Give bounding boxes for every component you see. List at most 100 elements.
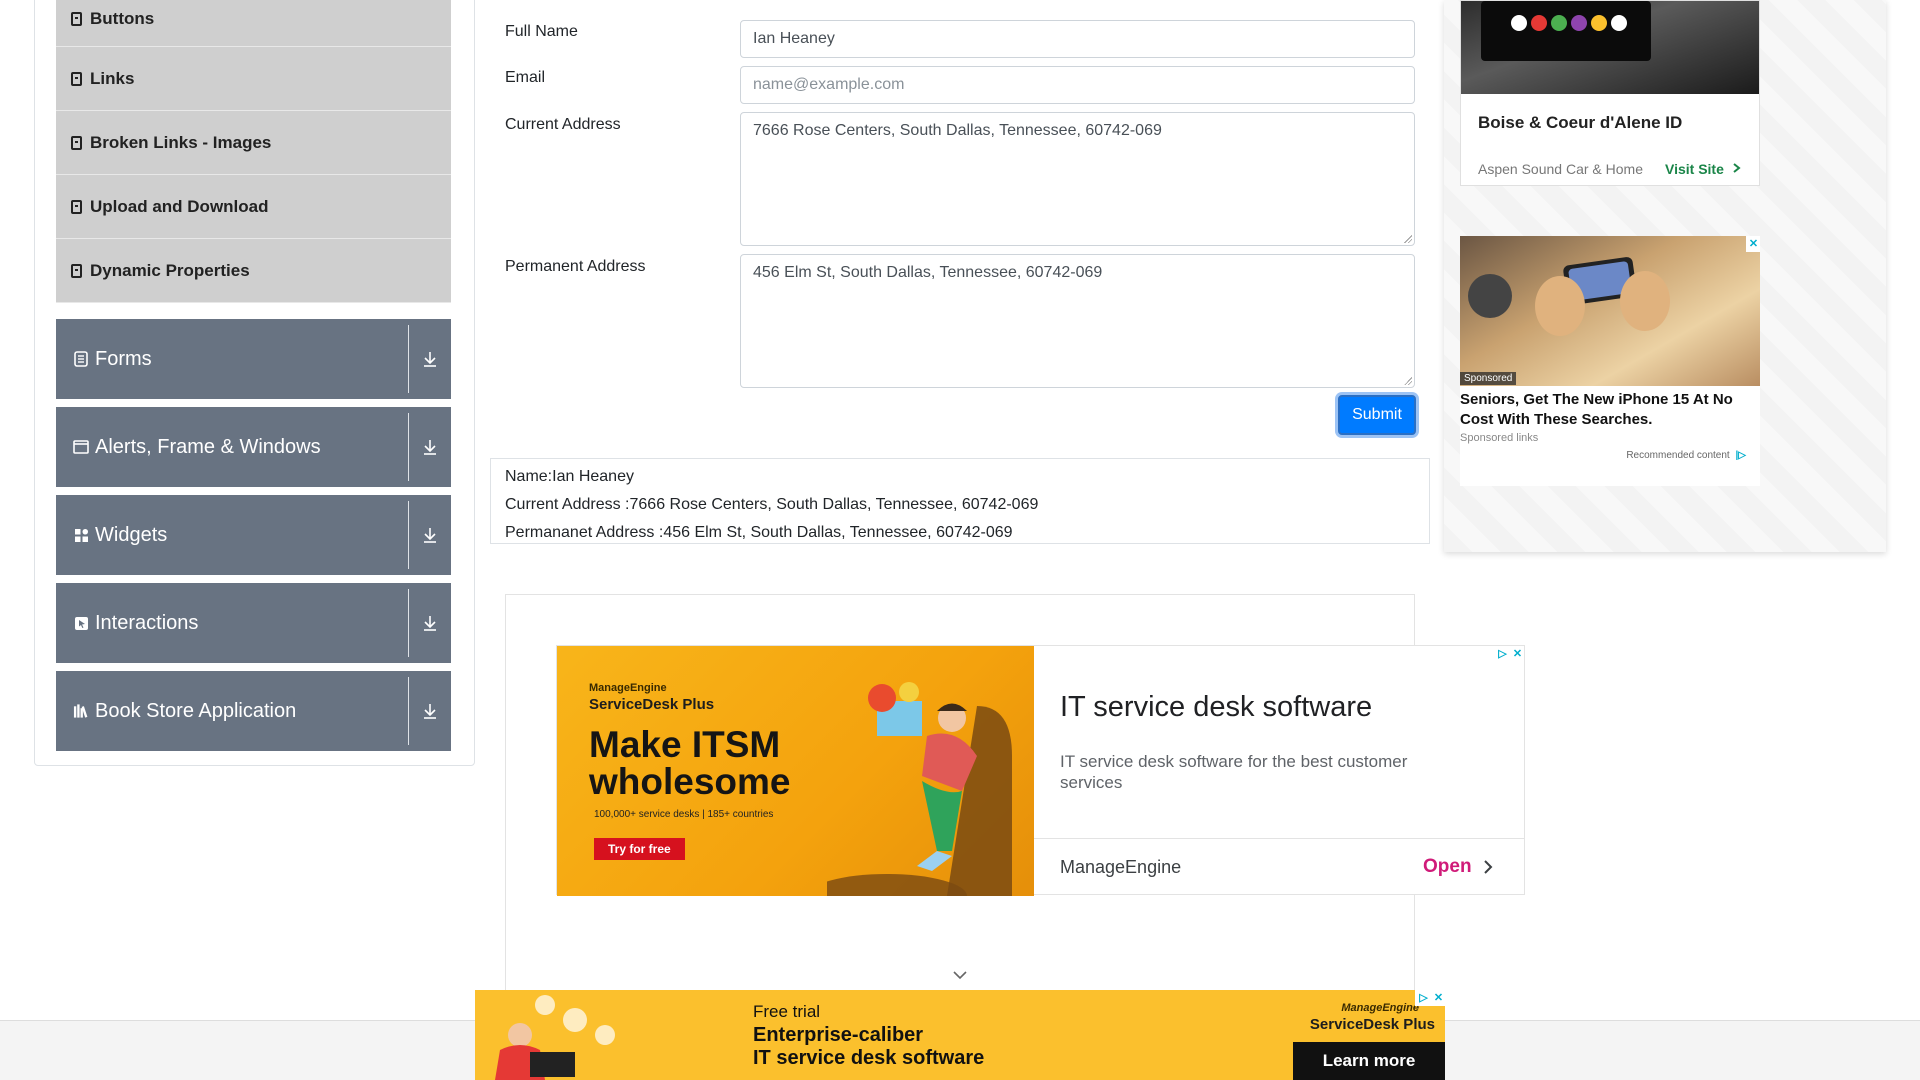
permanent-address-field[interactable]: 456 Elm St, South Dallas, Tennessee, 607… <box>740 254 1415 388</box>
right-ad-column: Boise & Coeur d'Alene ID Aspen Sound Car… <box>1444 0 1886 552</box>
adchoices-icon: ▷ <box>1419 991 1428 1004</box>
recommended-content-label: Recommended content <box>1626 450 1730 461</box>
group-label: Interactions <box>95 611 199 634</box>
submit-button[interactable]: Submit <box>1338 395 1416 435</box>
download-arrow-icon[interactable] <box>419 345 441 373</box>
resize-handle[interactable] <box>1404 377 1412 385</box>
close-icon[interactable]: ✕ <box>1432 992 1445 1005</box>
permanent-address-label: Permanent Address <box>505 258 646 275</box>
adchoices-icon: ▷ <box>1498 647 1507 660</box>
ad-image[interactable]: ManageEngine ServiceDesk Plus Make ITSM … <box>557 646 1034 896</box>
sidebar-item-links[interactable]: Links <box>56 47 451 111</box>
car-screen <box>1481 1 1651 61</box>
sidebar-item-upload-download[interactable]: Upload and Download <box>56 175 451 239</box>
car-ad-advertiser: Aspen Sound Car & Home <box>1478 161 1643 177</box>
visit-site-label: Visit Site <box>1665 161 1724 177</box>
close-icon[interactable]: ✕ <box>1511 648 1524 661</box>
chevron-down-icon[interactable] <box>952 970 968 980</box>
current-address-text: 7666 Rose Centers, South Dallas, Tenness… <box>753 122 1162 139</box>
group-widgets[interactable]: Widgets <box>56 495 451 575</box>
window-icon <box>73 439 89 455</box>
sidebar: Buttons Links Broken Links - Images Uplo… <box>34 0 475 766</box>
divider <box>1034 838 1524 839</box>
current-address-label: Current Address <box>505 116 621 133</box>
resize-handle[interactable] <box>1404 235 1412 243</box>
ad-description: IT service desk software for the best cu… <box>1060 752 1408 792</box>
chevron-right-icon <box>1733 163 1741 173</box>
current-address-field[interactable]: 7666 Rose Centers, South Dallas, Tenness… <box>740 112 1415 246</box>
ad-advertiser: ManageEngine <box>1060 857 1182 877</box>
sidebar-item-label: Broken Links - Images <box>90 132 272 152</box>
divider <box>408 413 409 481</box>
sponsored-tag: Sponsored <box>1460 372 1517 385</box>
bottom-banner-ad[interactable]: Free trial Enterprise-caliber IT service… <box>475 990 1445 1080</box>
ad-image[interactable]: Sponsored <box>1460 236 1760 386</box>
pointer-box-icon <box>73 615 89 631</box>
banner-line-2: Enterprise-caliber <box>753 1024 924 1046</box>
ad-brand-product: ServiceDesk Plus <box>589 696 715 713</box>
list-item-icon <box>71 11 82 26</box>
download-arrow-icon[interactable] <box>419 609 441 637</box>
car-ad-title[interactable]: Boise & Coeur d'Alene ID <box>1478 113 1682 133</box>
sidebar-item-buttons[interactable]: Buttons <box>56 0 451 47</box>
email-field[interactable]: name@example.com <box>740 66 1415 104</box>
sponsored-links[interactable]: Sponsored links <box>1460 432 1538 444</box>
servicedesk-ad[interactable]: ManageEngine ServiceDesk Plus Make ITSM … <box>556 645 1525 896</box>
adchoices-badge[interactable]: ✕ <box>1746 236 1760 252</box>
divider <box>408 501 409 569</box>
adchoices-badge[interactable]: ▷ ✕ <box>1415 990 1445 1006</box>
grid-icon <box>73 527 89 543</box>
sidebar-item-label: Links <box>90 68 135 88</box>
banner-brand-top: ManageEngine <box>1341 1002 1419 1014</box>
group-forms[interactable]: Forms <box>56 319 451 399</box>
banner-line-3: IT service desk software <box>753 1047 985 1069</box>
group-label: Widgets <box>95 523 168 546</box>
car-audio-ad[interactable]: Boise & Coeur d'Alene ID Aspen Sound Car… <box>1460 0 1760 186</box>
chevron-right-icon <box>1484 860 1493 874</box>
books-icon <box>73 703 89 719</box>
ad-title[interactable]: IT service desk software <box>1060 691 1372 724</box>
adchoices-icon: |▷ <box>1735 450 1747 461</box>
close-icon[interactable]: ✕ <box>1747 238 1760 251</box>
download-arrow-icon[interactable] <box>419 697 441 725</box>
sidebar-item-label: Buttons <box>90 8 155 28</box>
output-permanent-address: Permananet Address :456 Elm St, South Da… <box>505 524 1013 541</box>
learn-more-button[interactable]: Learn more <box>1293 1042 1445 1080</box>
output-panel: Name:Ian Heaney Current Address :7666 Ro… <box>490 458 1430 544</box>
visit-site-link[interactable]: Visit Site <box>1665 161 1742 177</box>
divider <box>408 677 409 745</box>
list-item-icon <box>71 71 82 86</box>
ad-brand-top: ManageEngine <box>589 682 667 694</box>
group-book-store[interactable]: Book Store Application <box>56 671 451 751</box>
divider <box>408 325 409 393</box>
open-button[interactable]: Open <box>1423 856 1472 878</box>
group-alerts-frame-windows[interactable]: Alerts, Frame & Windows <box>56 407 451 487</box>
document-icon <box>73 351 89 367</box>
iphone-ad-title[interactable]: Seniors, Get The New iPhone 15 At No Cos… <box>1460 390 1760 430</box>
group-label: Book Store Application <box>95 699 297 722</box>
list-item-icon <box>71 135 82 150</box>
permanent-address-text: 456 Elm St, South Dallas, Tennessee, 607… <box>753 264 1103 281</box>
category-group-list: Forms Alerts, Frame & Windows Widgets In… <box>56 319 451 759</box>
email-label: Email <box>505 69 546 86</box>
ad-image[interactable] <box>1461 1 1759 94</box>
full-name-field[interactable]: Ian Heaney <box>740 20 1415 58</box>
illustration-icon <box>827 682 1012 896</box>
sidebar-item-label: Dynamic Properties <box>90 260 250 280</box>
page: Buttons Links Broken Links - Images Uplo… <box>0 0 1920 1080</box>
illustration-icon <box>495 995 615 1080</box>
recommended-content[interactable]: Recommended content |▷ <box>1626 450 1746 461</box>
download-arrow-icon[interactable] <box>419 521 441 549</box>
group-label: Alerts, Frame & Windows <box>95 435 321 458</box>
list-item-icon <box>71 199 82 214</box>
list-item-icon <box>71 263 82 278</box>
adchoices-badge[interactable]: ▷ ✕ <box>1494 646 1524 662</box>
elements-sub-list: Buttons Links Broken Links - Images Uplo… <box>56 0 451 303</box>
group-interactions[interactable]: Interactions <box>56 583 451 663</box>
iphone-ad[interactable]: Sponsored ✕ Seniors, Get The New iPhone … <box>1460 236 1760 486</box>
sidebar-item-broken-links[interactable]: Broken Links - Images <box>56 111 451 175</box>
output-name: Name:Ian Heaney <box>505 468 634 485</box>
try-for-free-button[interactable]: Try for free <box>594 838 685 860</box>
sidebar-item-dynamic-properties[interactable]: Dynamic Properties <box>56 239 451 303</box>
download-arrow-icon[interactable] <box>419 433 441 461</box>
